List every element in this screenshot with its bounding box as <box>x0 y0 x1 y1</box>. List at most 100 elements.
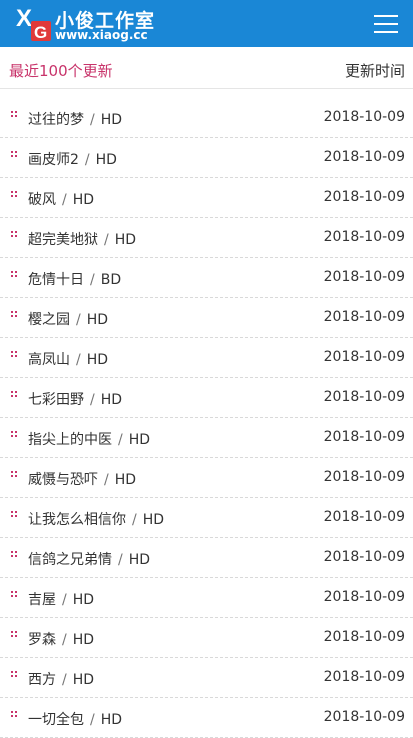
item-date: 2018-10-09 <box>323 549 405 565</box>
item-quality: HD <box>142 512 165 528</box>
item-name: 高凤山 <box>28 352 70 368</box>
list-item[interactable]: 危情十日 / BD 2018-10-09 <box>0 258 413 298</box>
item-quality: HD <box>114 472 137 488</box>
bullet-icon <box>11 191 17 198</box>
svg-text:G: G <box>34 23 47 42</box>
bullet-icon <box>11 431 17 438</box>
item-title-link[interactable]: 危情十日 / BD <box>28 269 121 289</box>
item-title-link[interactable]: 指尖上的中医 / HD <box>28 429 150 449</box>
item-quality: HD <box>114 232 137 248</box>
item-name: 过往的梦 <box>28 112 84 128</box>
item-quality: HD <box>128 552 151 568</box>
item-date: 2018-10-09 <box>323 589 405 605</box>
bullet-icon <box>11 551 17 558</box>
item-quality: HD <box>95 152 117 168</box>
item-title-link[interactable]: 高凤山 / HD <box>28 349 108 369</box>
bullet-icon <box>11 271 17 278</box>
item-date: 2018-10-09 <box>323 309 405 325</box>
list-item[interactable]: 让我怎么相信你 / HD 2018-10-09 <box>0 498 413 538</box>
item-name: 一切全包 <box>28 712 84 728</box>
list-item[interactable]: 威慑与恐吓 / HD 2018-10-09 <box>0 458 413 498</box>
item-quality: HD <box>86 312 109 328</box>
item-title-link[interactable]: 破风 / HD <box>28 189 94 209</box>
item-name: 破风 <box>28 192 56 208</box>
item-quality: HD <box>72 192 95 208</box>
bullet-icon <box>11 711 17 718</box>
item-title-link[interactable]: 樱之园 / HD <box>28 309 108 329</box>
item-quality: BD <box>100 272 122 288</box>
item-quality: HD <box>72 592 95 608</box>
separator: / <box>62 192 67 208</box>
list-item[interactable]: 信鸽之兄弟情 / HD 2018-10-09 <box>0 538 413 578</box>
top-bar: X G 小俊工作室 www.xiaog.cc <box>0 0 413 47</box>
list-item[interactable]: 指尖上的中医 / HD 2018-10-09 <box>0 418 413 458</box>
logo-mark-icon: X G <box>14 4 52 42</box>
item-title-link[interactable]: 西方 / HD <box>28 669 94 689</box>
hamburger-menu-icon[interactable] <box>374 13 398 35</box>
bullet-icon <box>11 671 17 678</box>
separator: / <box>118 552 123 568</box>
item-quality: HD <box>100 712 123 728</box>
item-title-link[interactable]: 一切全包 / HD <box>28 709 122 729</box>
item-name: 七彩田野 <box>28 392 84 408</box>
list-item[interactable]: 七彩田野 / HD 2018-10-09 <box>0 378 413 418</box>
item-name: 罗森 <box>28 632 56 648</box>
separator: / <box>118 432 123 448</box>
item-date: 2018-10-09 <box>323 349 405 365</box>
item-name: 信鸽之兄弟情 <box>28 552 112 568</box>
item-name: 吉屋 <box>28 592 56 608</box>
separator: / <box>90 272 95 288</box>
item-title-link[interactable]: 威慑与恐吓 / HD <box>28 469 136 489</box>
list-item[interactable]: 樱之园 / HD 2018-10-09 <box>0 298 413 338</box>
item-quality: HD <box>128 432 151 448</box>
update-time-label: 更新时间 <box>344 62 405 80</box>
item-date: 2018-10-09 <box>323 629 405 645</box>
list-item[interactable]: 过往的梦 / HD 2018-10-09 <box>0 98 413 138</box>
item-title-link[interactable]: 超完美地狱 / HD <box>28 229 136 249</box>
item-title-link[interactable]: 七彩田野 / HD <box>28 389 122 409</box>
item-date: 2018-10-09 <box>323 189 405 205</box>
item-name: 威慑与恐吓 <box>28 472 98 488</box>
separator: / <box>62 592 67 608</box>
bullet-icon <box>11 311 17 318</box>
item-name: 让我怎么相信你 <box>28 512 126 528</box>
item-title-link[interactable]: 信鸽之兄弟情 / HD <box>28 549 150 569</box>
item-date: 2018-10-09 <box>323 429 405 445</box>
item-quality: HD <box>100 392 123 408</box>
item-title-link[interactable]: 让我怎么相信你 / HD <box>28 509 164 529</box>
list-item[interactable]: 画皮师2 / HD 2018-10-09 <box>0 138 413 178</box>
list-item[interactable]: 高凤山 / HD 2018-10-09 <box>0 338 413 378</box>
item-date: 2018-10-09 <box>323 109 405 125</box>
list-item[interactable]: 吉屋 / HD 2018-10-09 <box>0 578 413 618</box>
bullet-icon <box>11 231 17 238</box>
item-date: 2018-10-09 <box>323 509 405 525</box>
item-date: 2018-10-09 <box>323 669 405 685</box>
item-title-link[interactable]: 罗森 / HD <box>28 629 94 649</box>
item-title-link[interactable]: 吉屋 / HD <box>28 589 94 609</box>
separator: / <box>90 112 95 128</box>
item-name: 超完美地狱 <box>28 232 98 248</box>
section-title: 最近100个更新 <box>9 62 113 80</box>
item-title-link[interactable]: 画皮师2 / HD <box>28 149 117 169</box>
list-item[interactable]: 破风 / HD 2018-10-09 <box>0 178 413 218</box>
separator: / <box>104 232 109 248</box>
bullet-icon <box>11 471 17 478</box>
list-item[interactable]: 西方 / HD 2018-10-09 <box>0 658 413 698</box>
separator: / <box>90 392 95 408</box>
item-date: 2018-10-09 <box>323 709 405 725</box>
separator: / <box>84 152 90 168</box>
list-item[interactable]: 一切全包 / HD 2018-10-09 <box>0 698 413 738</box>
bullet-icon <box>11 511 17 518</box>
item-quality: HD <box>72 672 95 688</box>
item-quality: HD <box>100 112 123 128</box>
item-name: 西方 <box>28 672 56 688</box>
list-item[interactable]: 超完美地狱 / HD 2018-10-09 <box>0 218 413 258</box>
site-logo[interactable]: X G 小俊工作室 www.xiaog.cc <box>14 4 154 44</box>
site-url: www.xiaog.cc <box>55 28 148 42</box>
bullet-icon <box>11 151 17 158</box>
item-quality: HD <box>72 632 95 648</box>
separator: / <box>62 632 67 648</box>
item-date: 2018-10-09 <box>323 229 405 245</box>
list-item[interactable]: 罗森 / HD 2018-10-09 <box>0 618 413 658</box>
item-title-link[interactable]: 过往的梦 / HD <box>28 109 122 129</box>
